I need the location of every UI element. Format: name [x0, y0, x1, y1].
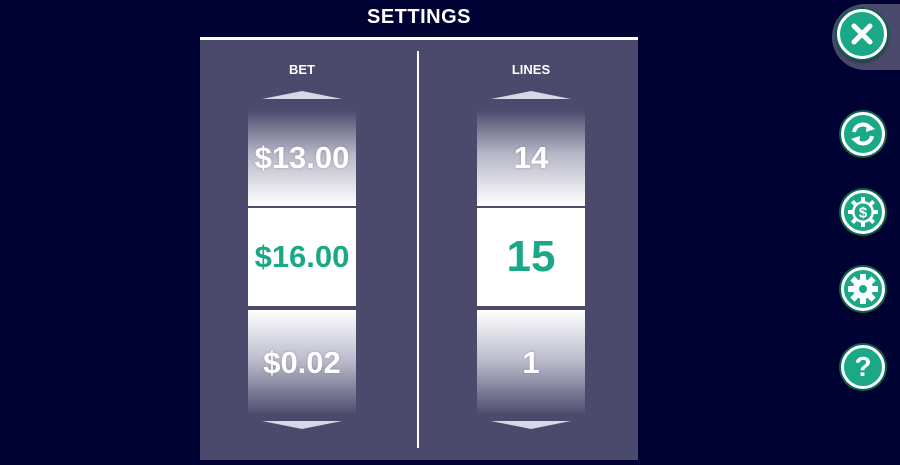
lines-column: LINES 14 15 1 [477, 40, 585, 460]
lines-option-previous[interactable]: 14 [477, 110, 585, 206]
gear-icon [848, 274, 878, 304]
close-button[interactable] [837, 9, 887, 59]
settings-screen: SETTINGS BET $13.00 $16.00 $0.02 LINES 1… [0, 0, 900, 465]
lines-selector-reel[interactable]: 14 15 1 [477, 110, 585, 415]
lines-label: LINES [511, 62, 551, 77]
refresh-icon [851, 122, 875, 146]
bet-settings-icon: $ [848, 197, 878, 227]
page-title: SETTINGS [366, 6, 471, 28]
settings-panel: BET $13.00 $16.00 $0.02 LINES 14 15 1 [200, 40, 638, 460]
bet-label: BET [289, 62, 315, 77]
bet-option-selected[interactable]: $16.00 [248, 207, 356, 307]
lines-option-selected[interactable]: 15 [477, 207, 585, 307]
close-icon [851, 23, 873, 45]
help-button[interactable]: ? [841, 345, 885, 389]
bet-up-arrow-icon[interactable] [262, 91, 342, 99]
bet-down-arrow-icon[interactable] [262, 421, 342, 429]
lines-down-arrow-icon[interactable] [491, 421, 571, 429]
lines-option-next[interactable]: 1 [477, 310, 585, 415]
refresh-button[interactable] [841, 112, 885, 156]
bet-option-previous[interactable]: $13.00 [248, 110, 356, 206]
svg-text:$: $ [859, 205, 868, 222]
bet-option-next[interactable]: $0.02 [248, 310, 356, 415]
help-icon: ? [854, 351, 872, 382]
settings-button[interactable] [841, 267, 885, 311]
bet-column: BET $13.00 $16.00 $0.02 [248, 40, 356, 460]
bet-selector-reel[interactable]: $13.00 $16.00 $0.02 [248, 110, 356, 415]
bet-settings-button[interactable]: $ [841, 190, 885, 234]
lines-up-arrow-icon[interactable] [491, 91, 571, 99]
column-divider [417, 51, 419, 448]
